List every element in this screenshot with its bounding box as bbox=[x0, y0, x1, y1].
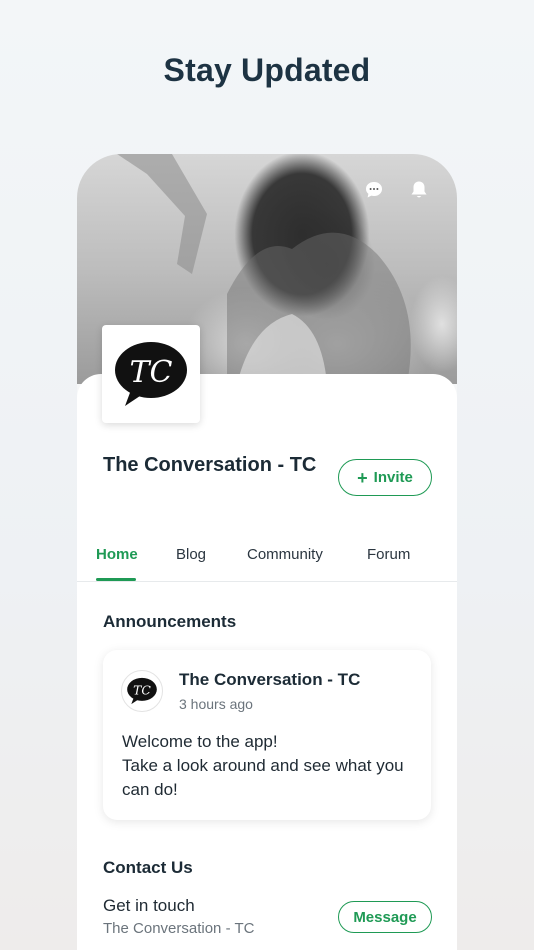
logo-text: TC bbox=[130, 355, 173, 390]
avatar-logo-text: TC bbox=[133, 683, 151, 697]
plus-icon: + bbox=[357, 467, 368, 488]
post-line: Welcome to the app! bbox=[122, 732, 278, 751]
contact-label: Get in touch bbox=[103, 896, 195, 915]
site-title: The Conversation - TC bbox=[103, 454, 317, 476]
active-tab-indicator bbox=[96, 578, 136, 581]
contact-title: Contact Us bbox=[103, 858, 193, 877]
contact-subtitle: The Conversation - TC bbox=[103, 920, 255, 937]
post-author[interactable]: The Conversation - TC bbox=[179, 670, 360, 690]
invite-label: Invite bbox=[373, 469, 413, 486]
tab-home[interactable]: Home bbox=[96, 546, 138, 563]
post-line: Take a look around and see what you bbox=[122, 756, 404, 775]
invite-button[interactable]: + Invite bbox=[338, 459, 432, 496]
message-button[interactable]: Message bbox=[338, 901, 432, 933]
post-time: 3 hours ago bbox=[179, 696, 253, 712]
post-line: can do! bbox=[122, 780, 178, 799]
announcement-post[interactable]: TC The Conversation - TC 3 hours ago Wel… bbox=[103, 650, 431, 820]
post-body: Welcome to the app! Take a look around a… bbox=[122, 730, 422, 802]
speech-bubble-logo-icon: TC bbox=[115, 342, 187, 406]
tab-forum[interactable]: Forum bbox=[367, 546, 410, 563]
tab-blog[interactable]: Blog bbox=[176, 546, 206, 563]
speech-bubble-logo-icon: TC bbox=[127, 677, 157, 705]
tab-community[interactable]: Community bbox=[247, 546, 323, 563]
author-avatar: TC bbox=[121, 670, 163, 712]
bell-icon[interactable] bbox=[409, 180, 429, 200]
site-logo: TC bbox=[102, 325, 200, 423]
chat-icon[interactable] bbox=[364, 180, 384, 200]
phone-frame: TC The Conversation - TC + Invite Home B… bbox=[77, 154, 457, 950]
announcements-title: Announcements bbox=[103, 612, 237, 631]
page-headline: Stay Updated bbox=[163, 52, 371, 88]
tab-bar: Home Blog Community Forum bbox=[77, 534, 457, 582]
